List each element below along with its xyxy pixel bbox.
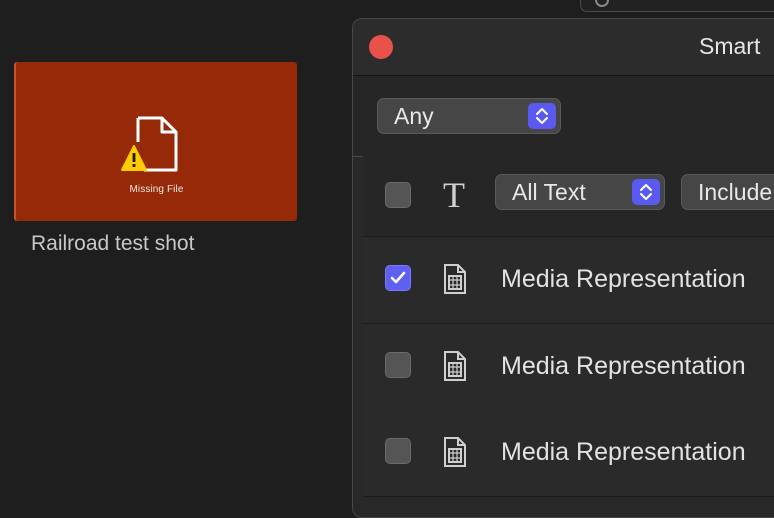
chevron-updown-icon	[632, 179, 660, 205]
media-file-icon	[444, 351, 466, 381]
operator-popup[interactable]: Include	[681, 174, 774, 210]
media-rule-row: Media Representation	[363, 324, 774, 411]
search-icon	[595, 0, 609, 7]
text-icon: T	[443, 175, 465, 215]
media-rule-label: Media Representation	[501, 438, 746, 466]
media-rule-checkbox[interactable]	[385, 352, 411, 378]
clip-name[interactable]: Railroad test shot	[31, 232, 194, 256]
media-file-icon	[444, 437, 466, 467]
clip-thumbnail[interactable]: Missing File	[14, 62, 297, 221]
media-rule-checkbox[interactable]	[385, 265, 411, 291]
text-rule-row: T All Text Include	[363, 156, 774, 237]
match-row: Any	[353, 76, 774, 157]
field-popup[interactable]: All Text	[495, 174, 665, 210]
missing-file-label: Missing File	[129, 184, 184, 195]
media-rule-checkbox[interactable]	[385, 438, 411, 464]
panel-title: Smart	[699, 33, 761, 59]
chevron-updown-icon	[528, 103, 556, 129]
media-rule-label: Media Representation	[501, 265, 746, 293]
operator-popup-label: Include	[698, 179, 773, 205]
match-popup[interactable]: Any	[377, 98, 561, 134]
text-rule-checkbox[interactable]	[385, 182, 411, 208]
field-popup-label: All Text	[512, 179, 586, 205]
search-field[interactable]	[580, 0, 774, 12]
checkmark-icon	[390, 271, 406, 284]
media-rule-row: Media Representation	[363, 410, 774, 497]
media-rule-label: Media Representation	[501, 352, 746, 380]
media-rule-row: Media Representation	[363, 237, 774, 324]
smart-collection-panel: Smart Any T All Text Include Media Repre…	[352, 18, 774, 518]
media-file-icon	[444, 264, 466, 294]
close-button[interactable]	[369, 35, 393, 59]
missing-file-icon	[121, 116, 178, 172]
match-popup-label: Any	[394, 103, 434, 129]
panel-titlebar: Smart	[353, 19, 774, 76]
